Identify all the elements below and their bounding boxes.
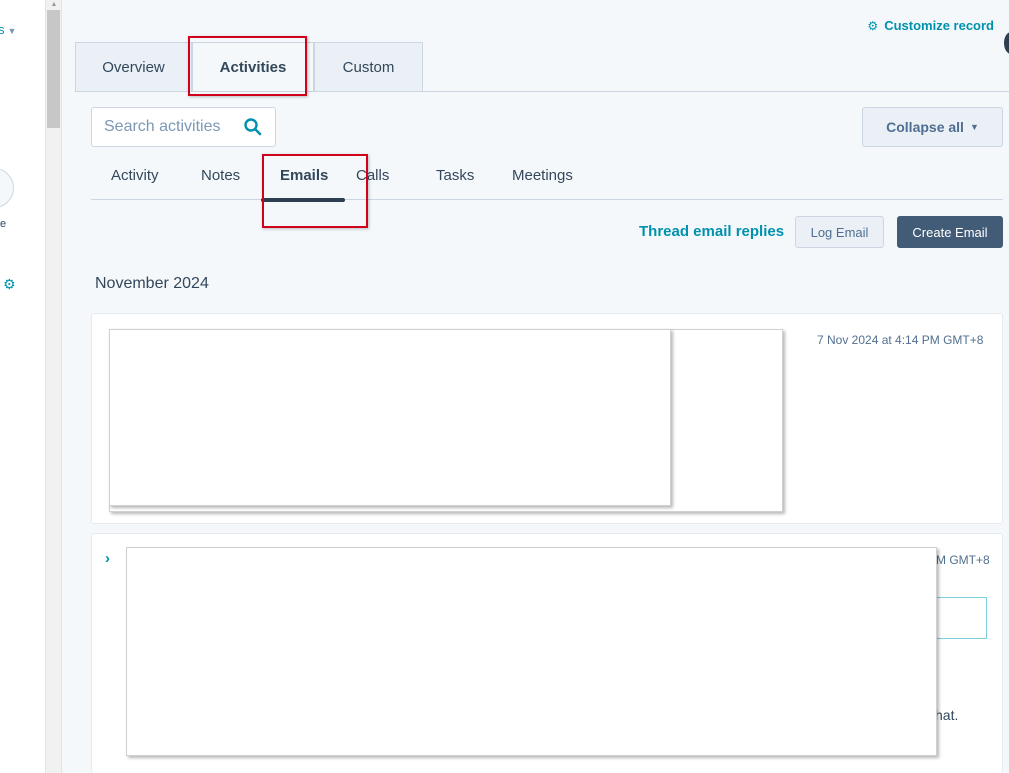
email-timestamp-fragment: M GMT+8	[936, 553, 990, 567]
left-label-fragment: e	[0, 218, 7, 230]
activity-tabs-divider	[91, 199, 1003, 200]
create-email-label: Create Email	[912, 224, 988, 240]
caret-down-icon: ▼	[7, 26, 17, 36]
tab-tasks[interactable]: Tasks	[436, 167, 474, 184]
edge-avatar[interactable]	[1004, 32, 1009, 54]
left-avatar-circle[interactable]	[0, 168, 14, 208]
tab-overview-label: Overview	[102, 59, 165, 76]
log-email-label: Log Email	[810, 224, 869, 240]
gear-icon: ⚙	[867, 18, 879, 33]
collapse-all-label: Collapse all	[886, 119, 964, 135]
left-panel: s▼ e ⚙	[0, 0, 46, 773]
annotation-box	[262, 154, 368, 228]
redaction-block	[109, 329, 671, 506]
chevron-right-icon[interactable]: ›	[105, 550, 110, 567]
scrollbar-thumb[interactable]	[47, 10, 60, 128]
search-icon[interactable]	[243, 117, 263, 137]
email-body-fragment: hat.	[935, 707, 959, 723]
thread-email-replies-link[interactable]: Thread email replies	[639, 223, 784, 240]
redaction-block	[126, 547, 937, 756]
gear-icon[interactable]: ⚙	[3, 276, 16, 293]
email-timestamp: 7 Nov 2024 at 4:14 PM GMT+8	[817, 333, 984, 347]
month-heading: November 2024	[95, 275, 209, 292]
tab-notes[interactable]: Notes	[201, 167, 240, 184]
left-dropdown[interactable]: s▼	[0, 22, 16, 37]
search-box[interactable]	[91, 107, 276, 147]
customize-record-label: Customize record	[884, 18, 994, 33]
caret-down-icon: ▼	[969, 122, 979, 132]
tab-meetings[interactable]: Meetings	[512, 167, 573, 184]
tab-overview[interactable]: Overview	[75, 42, 192, 92]
search-input[interactable]	[102, 112, 237, 142]
left-dropdown-label: s	[0, 22, 5, 37]
activity-tabs: Activity Notes Emails Calls Tasks Meetin…	[91, 155, 1003, 200]
scrollbar[interactable]: ▲	[46, 0, 62, 773]
customize-record-link[interactable]: ⚙ Customize record	[867, 18, 994, 33]
tab-custom-label: Custom	[342, 59, 395, 76]
log-email-button[interactable]: Log Email	[795, 216, 884, 248]
tab-activity[interactable]: Activity	[111, 167, 159, 184]
annotation-box	[188, 36, 307, 96]
tab-custom[interactable]: Custom	[314, 42, 423, 92]
create-email-button[interactable]: Create Email	[897, 216, 1003, 248]
scroll-up-icon[interactable]: ▲	[46, 0, 62, 10]
collapse-all-button[interactable]: Collapse all ▼	[862, 107, 1003, 147]
reply-input-fragment[interactable]	[930, 597, 987, 639]
